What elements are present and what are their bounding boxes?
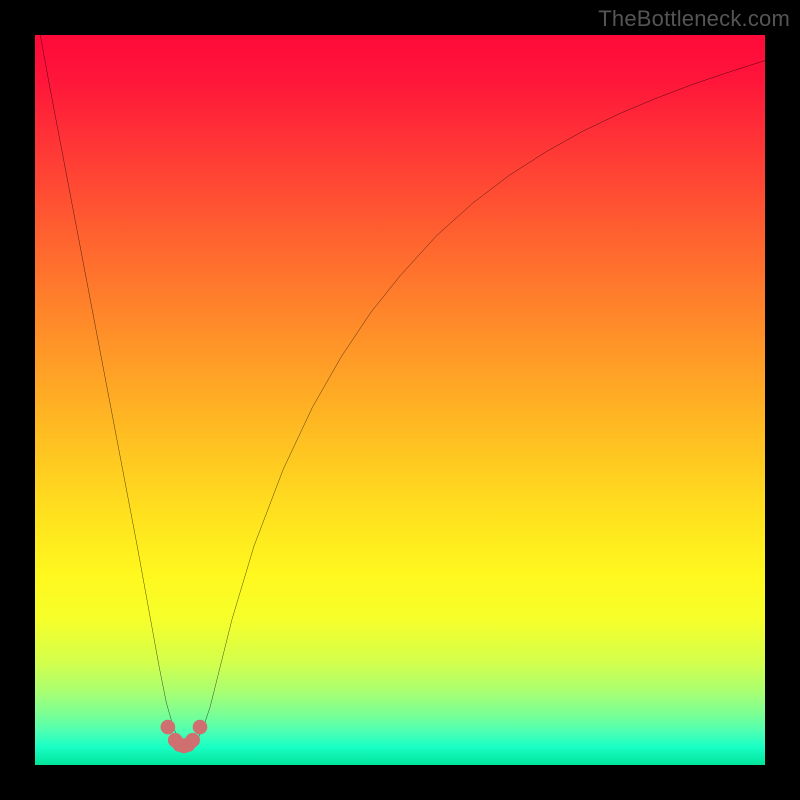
optimal-dot [193,720,208,735]
bottleneck-chart [35,35,765,765]
heat-background [35,35,765,765]
optimal-dot [185,733,200,748]
watermark-text: TheBottleneck.com [598,6,790,32]
optimal-dot [161,720,176,735]
chart-frame: TheBottleneck.com [0,0,800,800]
